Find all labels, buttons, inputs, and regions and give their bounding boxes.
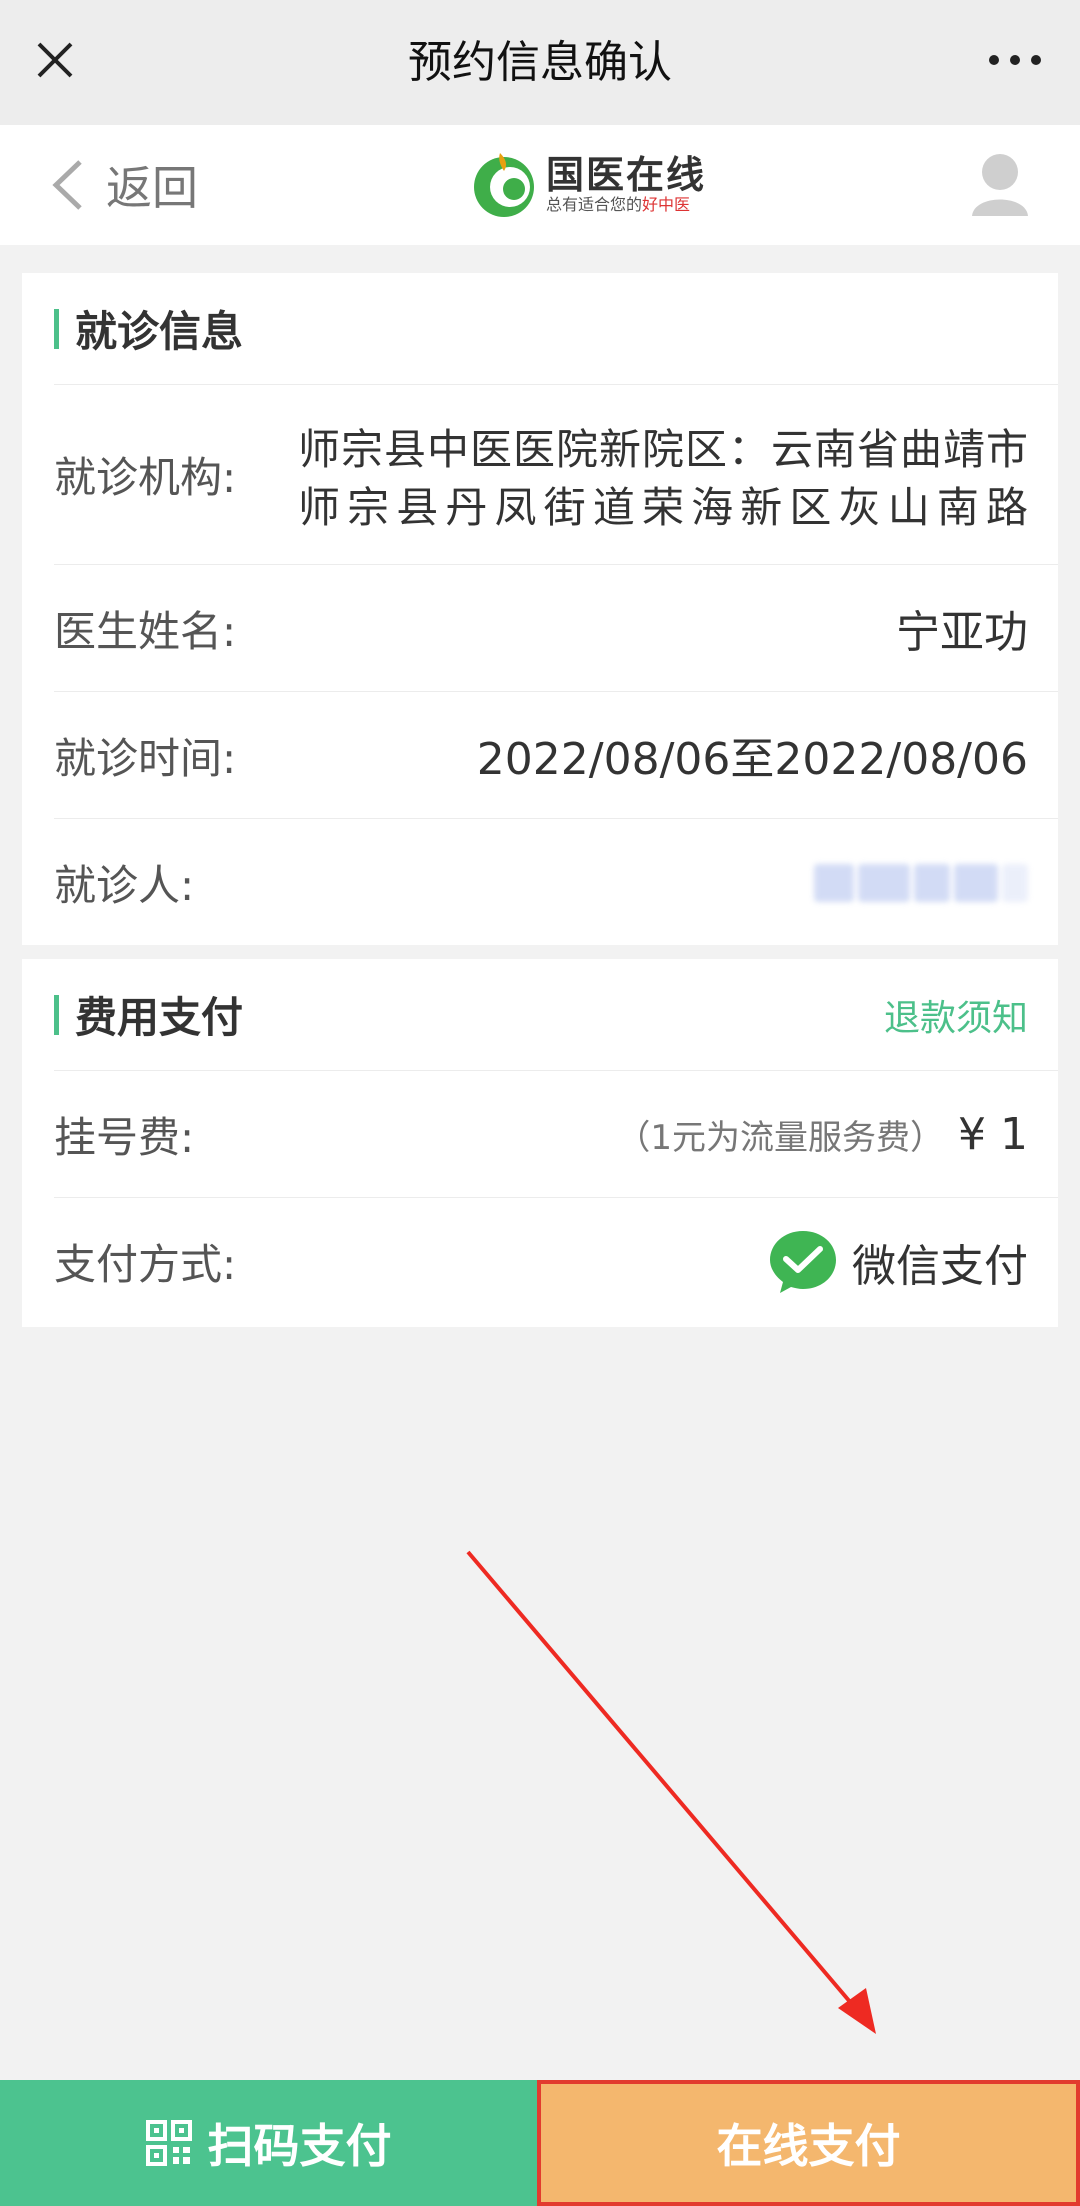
fee-label: 挂号费:: [54, 1112, 195, 1162]
institution-label: 就诊机构:: [54, 453, 237, 502]
logo-slogan: 总有适合您的好中医: [546, 195, 691, 214]
user-avatar-icon[interactable]: [970, 150, 1030, 220]
logo-icon: [474, 153, 534, 217]
institution-value: 师宗县中医医院新院区：云南省曲靖市师宗县丹凤街道荣海新区灰山南路: [298, 425, 1028, 532]
logo: 国医在线 总有适合您的好中医: [470, 145, 706, 225]
fee-amount: ¥ 1: [958, 1108, 1028, 1160]
title-bar: 预约信息确认: [0, 0, 1080, 125]
patient-label: 就诊人:: [54, 861, 195, 910]
back-label: 返回: [106, 161, 198, 215]
fee-value: （1元为流量服务费） ¥ 1: [616, 1109, 1028, 1160]
bottom-action-bar: 扫码支付 在线支付: [0, 2080, 1080, 2206]
pay-method-text: 微信支付: [852, 1240, 1028, 1292]
logo-text: 国医在线: [546, 152, 707, 197]
pay-method-row: 支付方式: 微信支付: [54, 1198, 1058, 1325]
payment-header: 费用支付 退款须知: [54, 959, 1058, 1071]
pay-method-label: 支付方式:: [54, 1240, 237, 1289]
patient-row: 就诊人:: [54, 819, 1058, 946]
fee-note: （1元为流量服务费）: [616, 1117, 945, 1158]
wechat-pay-icon: [770, 1230, 836, 1293]
page-title: 预约信息确认: [408, 37, 672, 88]
online-pay-label: 在线支付: [716, 2119, 901, 2173]
visit-time-value: 2022/08/06至2022/08/06: [476, 734, 1028, 785]
doctor-value: 宁亚功: [896, 607, 1028, 658]
page: 预约信息确认 返回 国医在线 总有适合您的好中医 就诊信息 就诊机构: 师宗县中…: [0, 0, 1080, 2206]
visit-time-row: 就诊时间: 2022/08/06至2022/08/06: [54, 692, 1058, 819]
doctor-row: 医生姓名: 宁亚功: [54, 565, 1058, 692]
refund-policy-link[interactable]: 退款须知: [884, 989, 1028, 1041]
more-icon[interactable]: [980, 30, 1050, 90]
visit-info-header: 就诊信息: [54, 273, 1058, 385]
chevron-left-icon: [52, 160, 82, 210]
patient-value-redacted: [814, 856, 1028, 910]
online-pay-button[interactable]: 在线支付: [537, 2080, 1080, 2206]
pay-method-value[interactable]: 微信支付: [768, 1227, 1028, 1297]
section-accent-bar: [54, 994, 59, 1035]
fee-row: 挂号费: （1元为流量服务费） ¥ 1: [54, 1071, 1058, 1198]
close-icon[interactable]: [30, 30, 80, 90]
sub-header: 返回 国医在线 总有适合您的好中医: [0, 125, 1080, 245]
institution-row: 就诊机构: 师宗县中医医院新院区：云南省曲靖市师宗县丹凤街道荣海新区灰山南路: [54, 385, 1058, 565]
qr-code-icon: [145, 2120, 192, 2166]
visit-time-label: 就诊时间:: [54, 733, 237, 783]
payment-title: 费用支付: [75, 993, 244, 1042]
visit-info-card: 就诊信息 就诊机构: 师宗县中医医院新院区：云南省曲靖市师宗县丹凤街道荣海新区灰…: [22, 273, 1058, 945]
payment-card: 费用支付 退款须知 挂号费: （1元为流量服务费） ¥ 1 支付方式: 微信支付: [22, 959, 1058, 1327]
section-accent-bar: [54, 308, 59, 349]
back-button[interactable]: 返回: [50, 155, 198, 215]
visit-info-title: 就诊信息: [75, 307, 244, 356]
scan-pay-label: 扫码支付: [207, 2119, 392, 2173]
scan-pay-button[interactable]: 扫码支付: [0, 2080, 537, 2206]
doctor-label: 医生姓名:: [54, 606, 237, 656]
